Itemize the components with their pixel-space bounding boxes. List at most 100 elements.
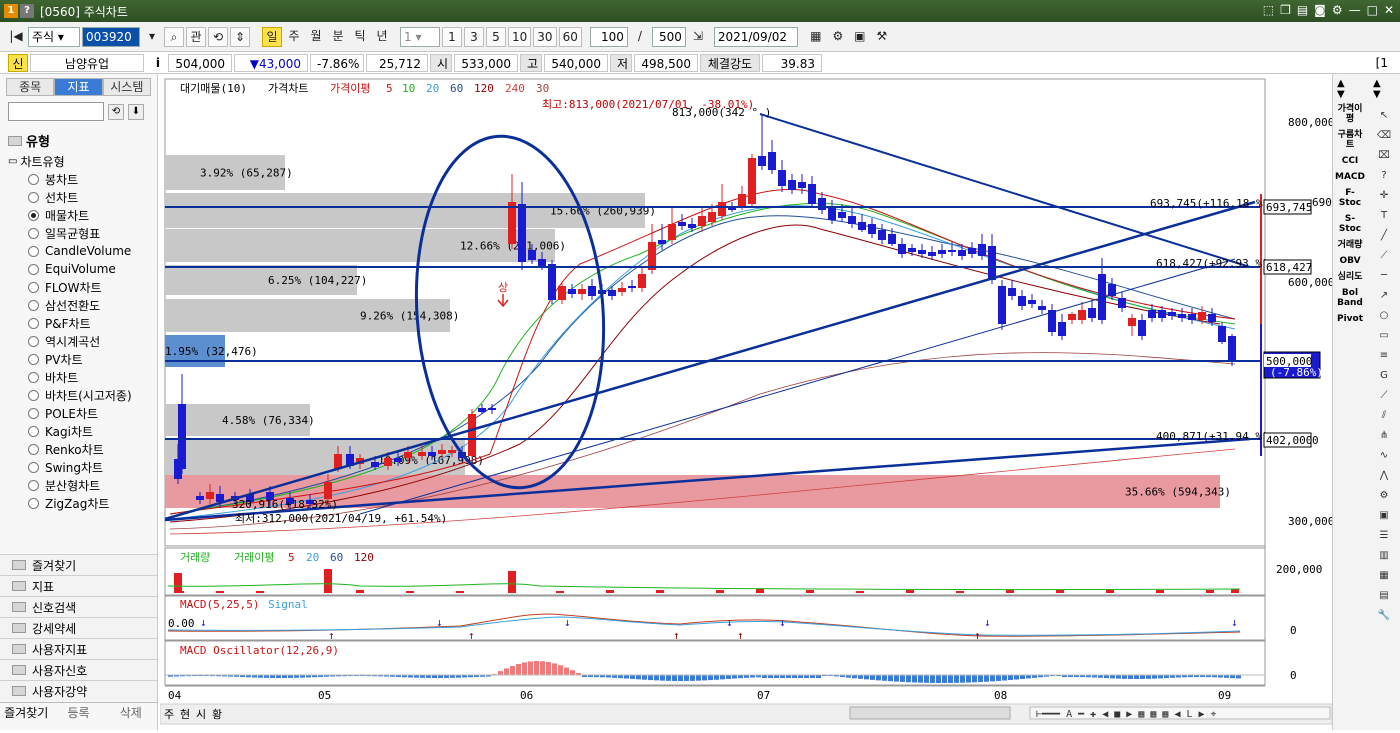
refresh-icon[interactable]: ⟲ <box>208 26 228 47</box>
radio-icon[interactable] <box>28 299 39 311</box>
quick-1-button[interactable]: 1 <box>442 26 462 47</box>
tools-icon[interactable]: ⚒ <box>872 27 892 47</box>
group-row[interactable]: 즐겨찾기 <box>0 554 157 575</box>
chart-area[interactable]: 3.92% (65,287) 15.66% (260,939) 12.66% (21… <box>159 74 1334 730</box>
search-icon[interactable]: ⌕ <box>164 26 184 47</box>
quick-30-button[interactable]: 30 <box>533 26 557 47</box>
group-row[interactable]: 사용자강약 <box>0 680 157 701</box>
group-row[interactable]: 지표 <box>0 575 157 596</box>
rect-icon[interactable]: ▭ <box>1369 326 1399 346</box>
chart-type-item[interactable]: 매물차트 <box>8 206 157 224</box>
total-input[interactable]: 500 <box>651 26 686 47</box>
type-group-header[interactable]: 유형 <box>8 131 157 150</box>
scroll-icon-2[interactable]: ▲ ▼ <box>1373 78 1381 100</box>
radio-icon[interactable] <box>28 227 39 239</box>
chart-type-item[interactable]: 선차트 <box>8 188 157 206</box>
interval-select[interactable]: 1 ▾ <box>400 26 440 47</box>
market-select[interactable]: 주식 ▾ <box>28 26 80 47</box>
list-icon[interactable]: ☰ <box>1369 526 1399 546</box>
period-tick-button[interactable]: 틱 <box>350 27 370 47</box>
grid-icon[interactable]: ▤ <box>1369 586 1399 606</box>
chart-type-item[interactable]: 역시계곡선 <box>8 332 157 350</box>
chart-type-item[interactable]: 바차트 <box>8 368 157 386</box>
fibo-icon[interactable]: ≡ <box>1369 346 1399 366</box>
delete-button[interactable]: 삭제 <box>105 703 157 722</box>
register-button[interactable]: 등록 <box>52 703 104 722</box>
radio-icon[interactable] <box>28 263 39 275</box>
date-input[interactable]: 2021/09/02 ▾ <box>713 26 798 62</box>
chart-type-item[interactable]: ZigZag차트 <box>8 494 157 512</box>
fan-icon[interactable]: ⟋ <box>1369 386 1399 406</box>
radio-icon[interactable] <box>28 281 39 293</box>
chart-type-item[interactable]: PV차트 <box>8 350 157 368</box>
group-row[interactable]: 사용자신호 <box>0 659 157 680</box>
radio-icon[interactable] <box>28 497 39 509</box>
settings-icon[interactable]: ⚙ <box>1332 3 1343 17</box>
bar-icon[interactable]: ▥ <box>1369 546 1399 566</box>
chart-type-item[interactable]: 바차트(시고저종) <box>8 386 157 404</box>
bottom-tab-hwang[interactable]: 황 <box>212 708 222 721</box>
indicator-button[interactable]: 가격이평 <box>1335 104 1365 124</box>
link-icon[interactable]: ⬚ <box>1263 3 1274 17</box>
radio-icon[interactable] <box>28 389 39 401</box>
radio-icon[interactable] <box>28 425 39 437</box>
group-row[interactable]: 사용자지표 <box>0 638 157 659</box>
hline-icon[interactable]: ─ <box>1369 266 1399 286</box>
quick-5-button[interactable]: 5 <box>486 26 506 47</box>
radio-icon[interactable] <box>28 371 39 383</box>
config-icon[interactable]: ⚙ <box>828 27 848 47</box>
period-minute-button[interactable]: 분 <box>328 27 348 47</box>
app-number-icon[interactable]: 1 <box>4 4 18 18</box>
scroll-up-icon[interactable]: ▲ ▼ <box>1337 78 1345 100</box>
save-icon[interactable]: ▣ <box>850 27 870 47</box>
chart-type-item[interactable]: Renko차트 <box>8 440 157 458</box>
period-day-button[interactable]: 일 <box>262 26 282 47</box>
bottom-tab-hyeon[interactable]: 현 <box>180 708 190 721</box>
quick-60-button[interactable]: 60 <box>558 26 582 47</box>
chart-bar-icon[interactable]: ▦ <box>1369 566 1399 586</box>
pointer-icon[interactable]: ↖ <box>1369 106 1399 126</box>
circle-icon[interactable]: ○ <box>1369 306 1399 326</box>
chart-icon[interactable]: ▦ <box>806 27 826 47</box>
period-year-button[interactable]: 년 <box>372 27 392 47</box>
count-input[interactable]: 100 <box>589 26 628 47</box>
radio-icon[interactable] <box>28 461 39 473</box>
bottom-tab-ju[interactable]: 주 <box>164 708 174 721</box>
close-icon[interactable]: ✕ <box>1384 3 1394 17</box>
indicator-button[interactable]: 거래량 <box>1335 240 1365 250</box>
radio-icon[interactable] <box>28 245 39 257</box>
eraser-icon[interactable]: ⌫ <box>1369 126 1399 146</box>
capture-icon[interactable]: ◙ <box>1314 3 1326 17</box>
indicator-button[interactable]: 심리도 <box>1335 272 1365 282</box>
indicator-button[interactable]: MACD <box>1335 172 1365 182</box>
indicator-button[interactable]: CCI <box>1335 156 1365 166</box>
radio-icon[interactable] <box>28 173 39 185</box>
radio-icon[interactable] <box>28 335 39 347</box>
gann-icon[interactable]: G <box>1369 366 1399 386</box>
zigzag-icon[interactable]: ⋀ <box>1369 466 1399 486</box>
indicator-button[interactable]: F-Stoc <box>1335 188 1365 208</box>
tab-system[interactable]: 시스템 <box>102 78 151 96</box>
refresh-icon[interactable]: ⟲ <box>108 103 124 120</box>
trendline-icon[interactable]: ⟋ <box>1369 246 1399 266</box>
copy-icon[interactable]: ❐ <box>1280 3 1291 17</box>
bottom-tab-si[interactable]: 시 <box>196 708 206 721</box>
chart-type-item[interactable]: 분산형차트 <box>8 476 157 494</box>
chart-type-item[interactable]: Kagi차트 <box>8 422 157 440</box>
line-icon[interactable]: ╱ <box>1369 226 1399 246</box>
wrench-icon[interactable]: 🔧 <box>1369 606 1399 626</box>
radio-icon[interactable] <box>28 479 39 491</box>
info-icon[interactable]: i <box>146 54 166 72</box>
channel-icon[interactable]: ⫽ <box>1369 406 1399 426</box>
chart-type-item[interactable]: CandleVolume <box>8 242 157 260</box>
maximize-icon[interactable]: □ <box>1367 3 1378 17</box>
indicator-button[interactable]: 구름차트 <box>1335 130 1365 150</box>
updown-icon[interactable]: ⇕ <box>230 26 250 47</box>
help-icon[interactable]: ? <box>20 4 34 18</box>
gwan-button[interactable]: 관 <box>186 26 206 47</box>
radio-icon[interactable] <box>28 353 39 365</box>
chart-type-item[interactable]: EquiVolume <box>8 260 157 278</box>
eraser-all-icon[interactable]: ⌧ <box>1369 146 1399 166</box>
chart-type-item[interactable]: FLOW차트 <box>8 278 157 296</box>
crosshair-icon[interactable]: ✛ <box>1369 186 1399 206</box>
